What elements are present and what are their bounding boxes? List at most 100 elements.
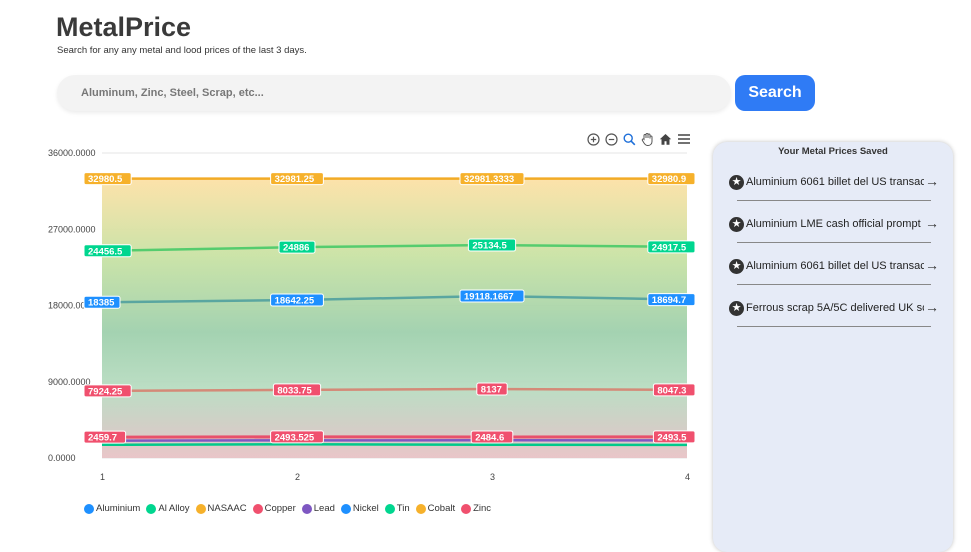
x-tick-label: 3: [490, 472, 495, 482]
x-tick-label: 4: [685, 472, 690, 482]
legend-label: Lead: [314, 503, 335, 514]
legend-item[interactable]: Al Alloy: [146, 503, 189, 514]
saved-item-label: Aluminium 6061 billet del US transaction: [746, 176, 924, 188]
arrow-right-icon[interactable]: →: [925, 215, 939, 231]
area-fill: [102, 179, 687, 458]
data-label: 2484.6: [471, 431, 513, 444]
app-subtitle: Search for any any metal and lood prices…: [57, 45, 307, 56]
chart-canvas: 0.00009000.000018000.000027000.000036000…: [40, 125, 705, 525]
data-label: 19118.1667: [460, 290, 524, 303]
legend-label: Copper: [265, 503, 296, 514]
saved-item[interactable]: ★ Aluminium LME cash official prompt →: [727, 212, 941, 254]
svg-text:24886: 24886: [283, 243, 309, 254]
star-icon: ★: [729, 175, 744, 190]
svg-text:2493.5: 2493.5: [657, 432, 687, 443]
svg-text:2484.6: 2484.6: [475, 432, 504, 443]
legend-marker: [385, 504, 395, 514]
svg-text:25134.5: 25134.5: [472, 241, 507, 252]
svg-text:2459.7: 2459.7: [88, 433, 117, 444]
data-label: 25134.5: [468, 239, 515, 252]
svg-text:8047.3: 8047.3: [657, 385, 686, 396]
svg-text:7924.25: 7924.25: [88, 386, 123, 397]
data-label: 8047.3: [653, 384, 695, 397]
legend-marker: [196, 504, 206, 514]
saved-list: ★ Aluminium 6061 billet del US transacti…: [727, 170, 941, 338]
data-label: 18642.25: [271, 294, 324, 307]
svg-text:32980.5: 32980.5: [88, 174, 123, 185]
legend-label: Tin: [397, 503, 410, 514]
x-tick-label: 1: [100, 472, 105, 482]
data-label: 24886: [279, 241, 315, 254]
svg-text:32980.9: 32980.9: [652, 174, 686, 185]
legend-label: Al Alloy: [158, 503, 189, 514]
legend-label: Nickel: [353, 503, 379, 514]
saved-item[interactable]: ★ Aluminium 6061 billet del US transacti…: [727, 170, 941, 212]
price-chart: 0.00009000.000018000.000027000.000036000…: [40, 125, 705, 525]
arrow-right-icon[interactable]: →: [925, 257, 939, 273]
data-label: 18694.7: [648, 294, 695, 307]
data-label: 8137: [477, 383, 507, 396]
svg-text:24456.5: 24456.5: [88, 246, 123, 257]
y-tick-label: 27000.0000: [48, 224, 96, 234]
data-label: 24917.5: [648, 241, 695, 254]
divider: [737, 242, 931, 243]
legend-item[interactable]: Copper: [253, 503, 296, 514]
data-label: 32981.3333: [460, 173, 524, 186]
arrow-right-icon[interactable]: →: [925, 299, 939, 315]
legend-label: Zinc: [473, 503, 491, 514]
legend-item[interactable]: Lead: [302, 503, 335, 514]
svg-text:18385: 18385: [88, 298, 115, 309]
svg-text:18694.7: 18694.7: [652, 295, 686, 306]
saved-item-label: Ferrous scrap 5A/5C delivered UK scrap: [746, 302, 924, 314]
legend-label: Aluminium: [96, 503, 140, 514]
search-button[interactable]: Search: [735, 75, 815, 111]
legend-item[interactable]: NASAAC: [196, 503, 247, 514]
data-label: 2493.525: [271, 431, 324, 444]
svg-text:24917.5: 24917.5: [652, 242, 687, 253]
legend-item[interactable]: Nickel: [341, 503, 379, 514]
svg-text:32981.3333: 32981.3333: [464, 174, 514, 185]
arrow-right-icon[interactable]: →: [925, 173, 939, 189]
legend-item[interactable]: Zinc: [461, 503, 491, 514]
series-line-al-alloy: [102, 444, 687, 445]
chart-legend: Aluminium Al Alloy NASAAC Copper Lead Nickel T…: [84, 503, 491, 514]
legend-marker: [416, 504, 426, 514]
legend-marker: [341, 504, 351, 514]
app-title: MetalPrice: [56, 12, 191, 43]
legend-label: Cobalt: [428, 503, 455, 514]
series-line-copper: [102, 389, 687, 391]
legend-item[interactable]: Cobalt: [416, 503, 455, 514]
saved-item[interactable]: ★ Ferrous scrap 5A/5C delivered UK scrap…: [727, 296, 941, 338]
legend-item[interactable]: Aluminium: [84, 503, 140, 514]
divider: [737, 200, 931, 201]
saved-item-label: Aluminium LME cash official prompt: [746, 218, 924, 230]
data-label: 32981.25: [271, 173, 324, 186]
legend-marker: [146, 504, 156, 514]
svg-text:2493.525: 2493.525: [275, 432, 315, 443]
data-label: 8033.75: [273, 384, 320, 397]
legend-label: NASAAC: [208, 503, 247, 514]
y-tick-label: 0.0000: [48, 453, 76, 463]
data-label: 32980.9: [648, 173, 695, 186]
legend-item[interactable]: Tin: [385, 503, 410, 514]
legend-marker: [253, 504, 263, 514]
svg-text:32981.25: 32981.25: [275, 174, 315, 185]
search-input[interactable]: [57, 75, 701, 111]
data-label: 32980.5: [84, 173, 131, 186]
star-icon: ★: [729, 217, 744, 232]
legend-marker: [461, 504, 471, 514]
saved-item-label: Aluminium 6061 billet del US transaction: [746, 260, 924, 272]
star-icon: ★: [729, 301, 744, 316]
svg-text:8033.75: 8033.75: [277, 385, 312, 396]
legend-marker: [84, 504, 94, 514]
data-label: 7924.25: [84, 385, 131, 398]
data-label: 2459.7: [84, 431, 126, 444]
data-label: 24456.5: [84, 245, 131, 258]
svg-text:19118.1667: 19118.1667: [464, 292, 514, 303]
search-bar: [57, 75, 731, 111]
saved-item[interactable]: ★ Aluminium 6061 billet del US transacti…: [727, 254, 941, 296]
saved-panel-title: Your Metal Prices Saved: [713, 146, 953, 157]
divider: [737, 284, 931, 285]
x-tick-label: 2: [295, 472, 300, 482]
data-label: 18385: [84, 296, 120, 309]
